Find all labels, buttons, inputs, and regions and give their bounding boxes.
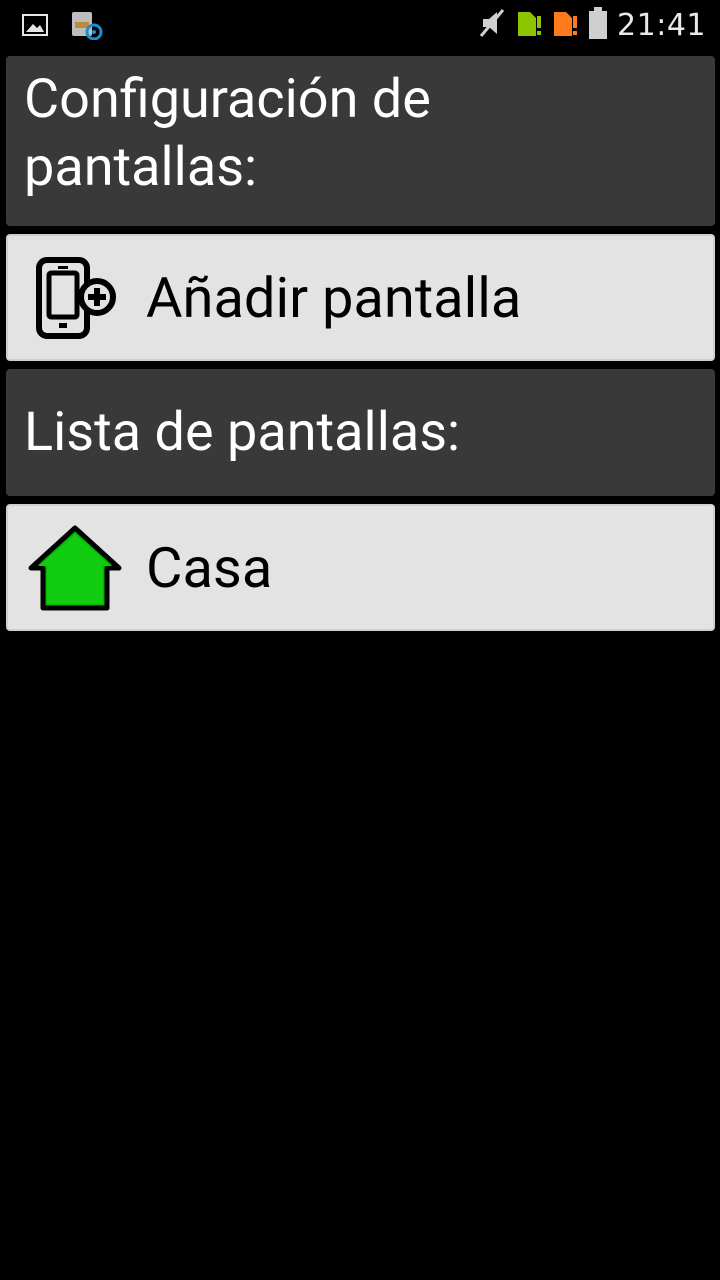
status-time: 21:41 [617, 7, 706, 43]
status-bar: 21:41 [0, 0, 720, 50]
home-icon [20, 524, 130, 612]
list-title: Lista de pantallas: [24, 401, 461, 464]
list-item-casa[interactable]: Casa [6, 504, 715, 631]
image-icon [22, 13, 48, 41]
status-right-icons: 21:41 [477, 6, 706, 44]
config-title: Configuración de pantallas: [24, 68, 431, 199]
add-screen-label: Añadir pantalla [146, 264, 522, 331]
battery-icon [587, 6, 609, 44]
list-header: Lista de pantallas: [6, 369, 715, 496]
add-phone-icon [20, 256, 130, 339]
config-header: Configuración de pantallas: [6, 56, 715, 226]
sim1-icon [515, 8, 543, 42]
status-left-icons [22, 10, 104, 44]
mute-icon [477, 6, 507, 44]
sd-settings-icon [70, 10, 104, 44]
sim2-icon [551, 8, 579, 42]
add-screen-button[interactable]: Añadir pantalla [6, 234, 715, 361]
screen-label: Casa [146, 534, 273, 601]
